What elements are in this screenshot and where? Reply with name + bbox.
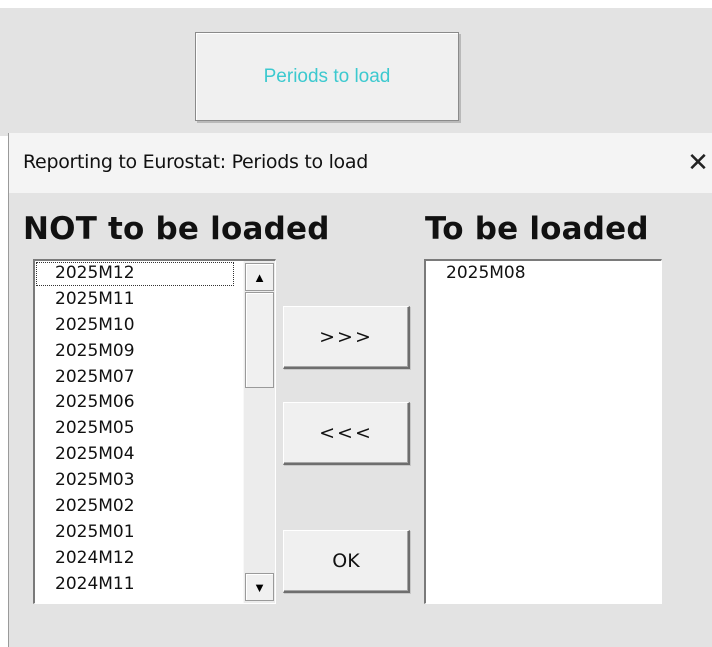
close-icon: ✕ bbox=[687, 148, 709, 178]
list-item[interactable]: 2025M05 bbox=[35, 416, 235, 442]
ok-button[interactable]: OK bbox=[283, 530, 410, 593]
list-item[interactable]: 2024M12 bbox=[35, 546, 235, 572]
scrollbar-thumb[interactable] bbox=[245, 292, 274, 388]
to-be-loaded-heading: To be loaded bbox=[425, 211, 649, 247]
move-to-not-loaded-button[interactable]: <<< bbox=[283, 402, 410, 465]
close-button[interactable]: ✕ bbox=[683, 145, 712, 181]
triangle-down-icon: ▼ bbox=[253, 579, 266, 595]
scroll-down-button[interactable]: ▼ bbox=[245, 573, 274, 601]
list-item[interactable]: 2025M09 bbox=[35, 339, 235, 365]
to-be-loaded-items: 2025M08 bbox=[426, 261, 526, 287]
not-loaded-heading: NOT to be loaded bbox=[23, 211, 330, 247]
dialog-titlebar: Reporting to Eurostat: Periods to load ✕ bbox=[9, 133, 712, 193]
list-item[interactable]: 2024M11 bbox=[35, 572, 235, 598]
move-to-loaded-button[interactable]: >>> bbox=[283, 306, 410, 369]
list-item[interactable]: 2025M06 bbox=[35, 390, 235, 416]
worksheet-area: Periods to load bbox=[0, 8, 712, 136]
list-item[interactable]: 2025M04 bbox=[35, 442, 235, 468]
not-loaded-listbox[interactable]: 2025M12 2025M11 2025M10 2025M09 2025M07 2025M… bbox=[33, 259, 276, 604]
periods-to-load-button[interactable]: Periods to load bbox=[195, 32, 459, 121]
list-item[interactable]: 2025M12 bbox=[35, 261, 235, 287]
dialog-title: Reporting to Eurostat: Periods to load bbox=[23, 151, 368, 173]
triangle-up-icon: ▲ bbox=[253, 269, 266, 285]
list-item[interactable]: 2025M01 bbox=[35, 520, 235, 546]
to-be-loaded-listbox[interactable]: 2025M08 bbox=[424, 259, 662, 604]
list-item[interactable]: 2025M02 bbox=[35, 494, 235, 520]
list-item[interactable]: 2025M07 bbox=[35, 365, 235, 391]
not-loaded-items: 2025M12 2025M11 2025M10 2025M09 2025M07 2025M… bbox=[35, 261, 235, 598]
scroll-up-button[interactable]: ▲ bbox=[245, 263, 274, 291]
list-item[interactable]: 2025M11 bbox=[35, 287, 235, 313]
list-item[interactable]: 2025M08 bbox=[426, 261, 526, 287]
vertical-scrollbar[interactable]: ▲ ▼ bbox=[243, 261, 275, 603]
list-item[interactable]: 2025M03 bbox=[35, 468, 235, 494]
periods-dialog: Reporting to Eurostat: Periods to load ✕… bbox=[8, 133, 712, 647]
list-item[interactable]: 2025M10 bbox=[35, 313, 235, 339]
